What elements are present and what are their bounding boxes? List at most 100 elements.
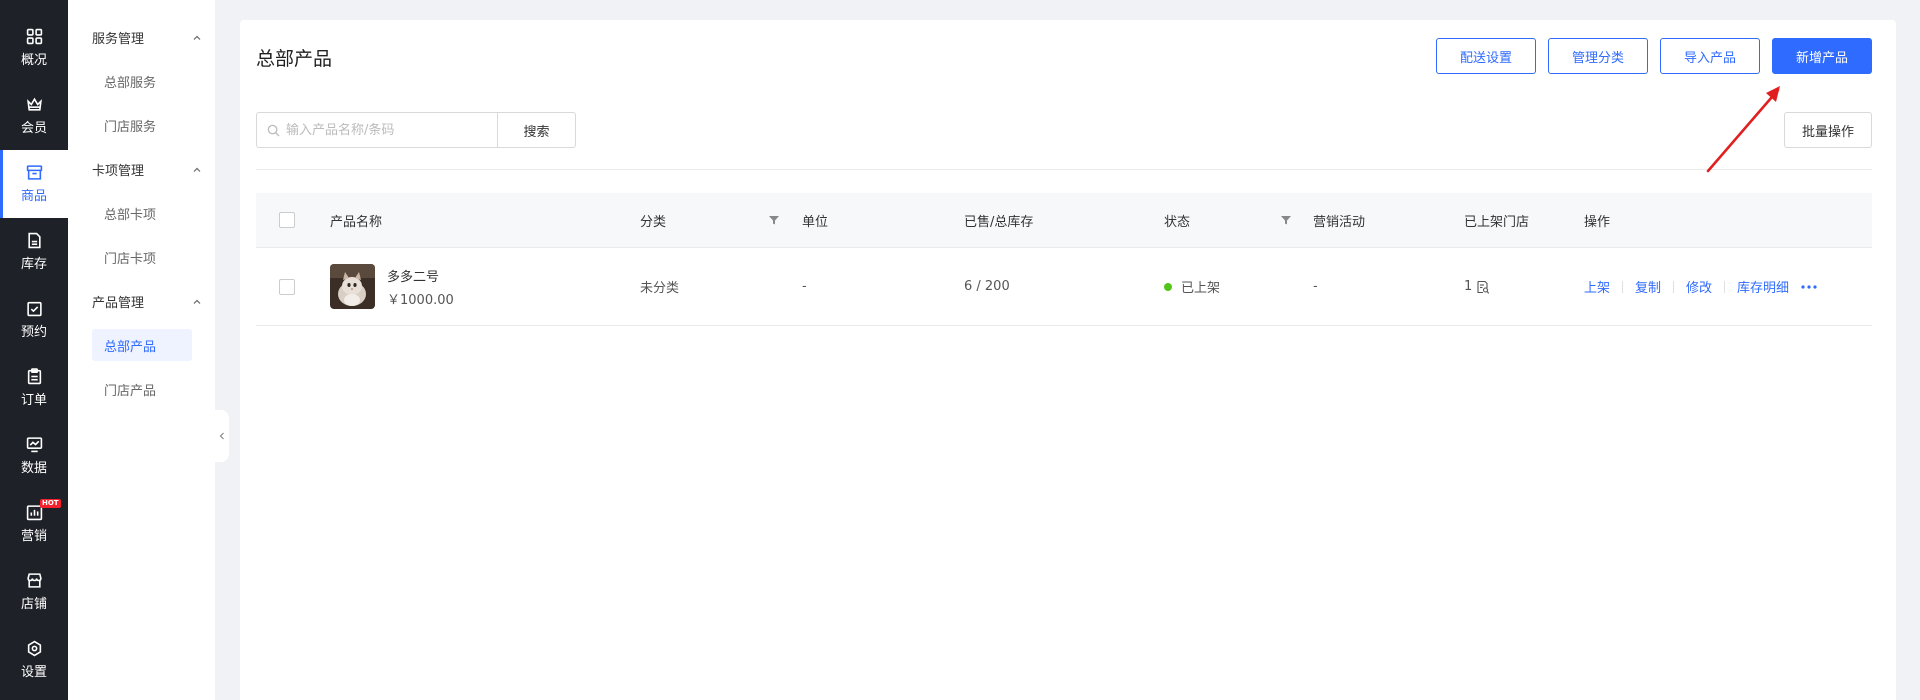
nav-item-settings[interactable]: 设置 (0, 626, 68, 694)
nav-item-inventory[interactable]: 库存 (0, 218, 68, 286)
sub-item-label: 门店卡项 (104, 251, 157, 267)
table-header: 产品名称 分类 单位 已售/总库存 状态 营销活动 已上架门店 操作 (256, 193, 1872, 248)
chevron-up-icon (193, 299, 201, 304)
nav-label: 订单 (20, 393, 47, 408)
nav-item-shop[interactable]: 店铺 (0, 558, 68, 626)
stock-detail-link[interactable]: 库存明细 (1737, 277, 1789, 296)
calendar-check-icon (26, 301, 42, 317)
row-actions: 上架 复制 修改 库存明细 (1584, 248, 1819, 325)
chart-monitor-icon (26, 437, 42, 453)
sub-item-store-card[interactable]: 门店卡项 (92, 241, 192, 273)
nav-label: 会员 (20, 121, 47, 136)
product-thumbnail[interactable] (330, 264, 375, 309)
sub-nav: 服务管理 总部服务 门店服务 卡项管理 总部卡项 门店卡项 产品管理 总部产品 … (68, 0, 215, 700)
main-nav: 概况 会员 商品 库存 预约 订单 数据 HOT 营销 店铺 设置 (0, 0, 68, 700)
sub-group-service[interactable]: 服务管理 (92, 28, 202, 47)
page-title: 总部产品 (256, 48, 333, 70)
nav-item-member[interactable]: 会员 (0, 82, 68, 150)
settings-icon (27, 640, 41, 657)
filter-icon (1281, 216, 1291, 225)
import-product-button[interactable]: 导入产品 (1660, 38, 1760, 74)
nav-item-orders[interactable]: 订单 (0, 354, 68, 422)
search-icon (267, 124, 280, 137)
product-name[interactable]: 多多二号 (387, 266, 454, 285)
sub-item-label: 门店服务 (104, 119, 157, 135)
store-box-icon (26, 165, 42, 180)
manage-category-button[interactable]: 管理分类 (1548, 38, 1648, 74)
divider (256, 169, 1872, 170)
more-icon[interactable] (1799, 283, 1819, 291)
crown-icon (26, 97, 42, 111)
product-unit: - (802, 279, 807, 294)
sub-item-hq-service[interactable]: 总部服务 (92, 65, 192, 97)
sub-group-card[interactable]: 卡项管理 (92, 160, 202, 179)
product-stores[interactable]: 1 (1464, 248, 1490, 325)
sub-item-label: 门店产品 (104, 383, 157, 399)
product-category: 未分类 (640, 281, 680, 296)
store-count: 1 (1464, 279, 1473, 294)
nav-label: 设置 (20, 665, 47, 680)
status-text: 已上架 (1181, 281, 1221, 296)
main-panel: 总部产品 配送设置 管理分类 导入产品 新增产品 搜索 批量操作 产品名称 分类… (240, 20, 1896, 700)
sub-item-hq-product[interactable]: 总部产品 (92, 329, 192, 361)
action-separator (1724, 280, 1726, 293)
col-status-filter[interactable] (1280, 193, 1292, 247)
col-category-filter[interactable] (768, 193, 780, 247)
edit-link[interactable]: 修改 (1686, 277, 1712, 296)
select-all-cell (279, 193, 295, 247)
col-status: 状态 (1164, 214, 1191, 230)
product-sold-stock: 6 / 200 (964, 279, 1010, 294)
nav-label: 库存 (20, 257, 47, 272)
annotation-arrow (1706, 86, 1780, 173)
search-input[interactable] (286, 122, 486, 138)
nav-item-booking[interactable]: 预约 (0, 286, 68, 354)
select-all-checkbox[interactable] (279, 212, 295, 228)
sub-item-label: 总部服务 (104, 75, 157, 91)
filter-icon (769, 216, 779, 225)
sidebar-collapse-handle[interactable] (214, 410, 229, 462)
batch-operation-button[interactable]: 批量操作 (1784, 112, 1872, 148)
search-box (256, 112, 497, 148)
col-marketing: 营销活动 (1313, 214, 1366, 230)
nav-label: 数据 (20, 461, 47, 476)
shop-icon (26, 573, 42, 588)
sub-item-store-product[interactable]: 门店产品 (92, 373, 192, 405)
sub-group-product[interactable]: 产品管理 (92, 292, 202, 311)
product-marketing: - (1313, 279, 1318, 294)
chevron-left-icon (219, 432, 224, 440)
sub-item-label: 总部卡项 (104, 207, 157, 223)
sub-group-title: 卡项管理 (92, 164, 145, 179)
action-separator (1673, 280, 1675, 293)
product-info: 多多二号 ￥1000.00 (387, 266, 454, 308)
nav-item-data[interactable]: 数据 (0, 422, 68, 490)
status-dot (1164, 282, 1172, 291)
nav-item-marketing[interactable]: HOT 营销 (0, 490, 68, 558)
delivery-settings-button[interactable]: 配送设置 (1436, 38, 1536, 74)
nav-item-goods[interactable]: 商品 (0, 150, 68, 218)
nav-label: 商品 (20, 189, 47, 204)
clipboard-icon (27, 368, 41, 385)
sub-item-store-service[interactable]: 门店服务 (92, 109, 192, 141)
store-list-icon (1477, 280, 1490, 294)
nav-item-overview[interactable]: 概况 (0, 14, 68, 82)
add-product-button[interactable]: 新增产品 (1772, 38, 1872, 74)
table-row: 多多二号 ￥1000.00 未分类 - 6 / 200 已上架 - 1 上架 复… (256, 248, 1872, 326)
chevron-up-icon (193, 167, 201, 172)
nav-label: 营销 (20, 529, 47, 544)
product-status: 已上架 (1164, 248, 1220, 325)
inventory-icon (27, 232, 41, 249)
action-separator (1622, 280, 1624, 293)
col-sold-stock: 已售/总库存 (964, 214, 1034, 230)
col-name: 产品名称 (330, 214, 383, 230)
nav-label: 预约 (20, 325, 47, 340)
col-stores: 已上架门店 (1464, 214, 1530, 230)
col-category: 分类 (640, 214, 667, 230)
col-actions: 操作 (1584, 214, 1611, 230)
nav-label: 概况 (20, 53, 47, 68)
sub-item-hq-card[interactable]: 总部卡项 (92, 197, 192, 229)
row-checkbox[interactable] (279, 278, 295, 295)
search-button[interactable]: 搜索 (497, 112, 576, 148)
copy-link[interactable]: 复制 (1635, 277, 1661, 296)
shelve-link[interactable]: 上架 (1584, 277, 1610, 296)
product-price: ￥1000.00 (387, 292, 454, 308)
